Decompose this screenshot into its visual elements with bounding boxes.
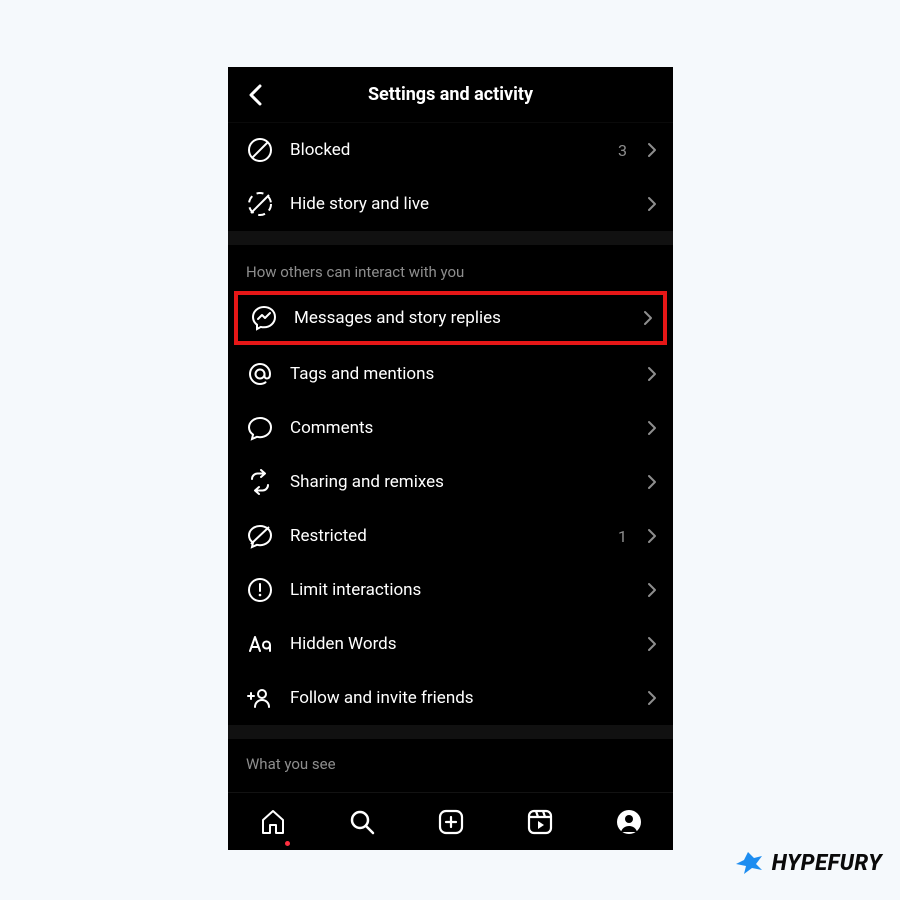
nav-search[interactable] (340, 800, 384, 844)
add-user-icon (247, 685, 273, 711)
notification-dot (285, 841, 290, 846)
settings-item-blocked[interactable]: Blocked 3 (228, 123, 673, 177)
reels-icon (526, 808, 554, 836)
watermark-text: HYPEFURY (772, 851, 882, 876)
highlight-annotation: Messages and story replies (234, 291, 667, 345)
hide-story-icon (247, 191, 273, 217)
count-badge: 1 (618, 527, 627, 546)
text-icon (247, 631, 273, 657)
nav-home[interactable] (251, 800, 295, 844)
settings-screen: Settings and activity Blocked 3 Hide sto… (228, 67, 673, 850)
section-divider (228, 725, 673, 739)
messenger-icon (251, 305, 277, 331)
chevron-right-icon (643, 310, 653, 326)
at-icon (247, 361, 273, 387)
warning-icon (247, 577, 273, 603)
back-button[interactable] (238, 77, 274, 113)
remix-icon (247, 469, 273, 495)
item-label: Limit interactions (290, 580, 631, 600)
settings-list[interactable]: Blocked 3 Hide story and live How others… (228, 123, 673, 792)
nav-profile[interactable] (607, 800, 651, 844)
settings-item-restricted[interactable]: Restricted 1 (228, 509, 673, 563)
chevron-right-icon (647, 528, 657, 544)
item-label: Comments (290, 418, 631, 438)
item-label: Tags and mentions (290, 364, 631, 384)
plus-square-icon (437, 808, 465, 836)
settings-item-sharing[interactable]: Sharing and remixes (228, 455, 673, 509)
settings-item-limit[interactable]: Limit interactions (228, 563, 673, 617)
settings-item-follow[interactable]: Follow and invite friends (228, 671, 673, 725)
section-header-what-you-see: What you see (228, 739, 673, 781)
section-header-interact: How others can interact with you (228, 245, 673, 289)
search-icon (348, 808, 376, 836)
blocked-icon (247, 137, 273, 163)
chevron-right-icon (647, 690, 657, 706)
chevron-right-icon (647, 420, 657, 436)
item-label: Messages and story replies (294, 308, 627, 328)
chevron-right-icon (647, 582, 657, 598)
nav-reels[interactable] (518, 800, 562, 844)
settings-item-hide-story[interactable]: Hide story and live (228, 177, 673, 231)
home-icon (259, 808, 287, 836)
item-label: Restricted (290, 526, 602, 546)
settings-item-hidden-words[interactable]: Hidden Words (228, 617, 673, 671)
item-label: Blocked (290, 140, 602, 160)
item-label: Sharing and remixes (290, 472, 631, 492)
chevron-left-icon (248, 84, 264, 106)
settings-item-messages[interactable]: Messages and story replies (238, 295, 663, 341)
section-divider (228, 231, 673, 245)
item-label: Follow and invite friends (290, 688, 631, 708)
chevron-right-icon (647, 366, 657, 382)
profile-icon (615, 808, 643, 836)
item-label: Hide story and live (290, 194, 631, 214)
hypefury-watermark: HYPEFURY (734, 850, 882, 876)
hypefury-logo-icon (734, 850, 764, 876)
chevron-right-icon (647, 196, 657, 212)
page-title: Settings and activity (228, 84, 673, 105)
settings-item-tags[interactable]: Tags and mentions (228, 347, 673, 401)
comment-icon (247, 415, 273, 441)
settings-item-comments[interactable]: Comments (228, 401, 673, 455)
count-badge: 3 (618, 141, 627, 160)
header-bar: Settings and activity (228, 67, 673, 123)
chevron-right-icon (647, 636, 657, 652)
nav-create[interactable] (429, 800, 473, 844)
item-label: Hidden Words (290, 634, 631, 654)
chevron-right-icon (647, 474, 657, 490)
restricted-icon (247, 523, 273, 549)
bottom-nav (228, 792, 673, 850)
chevron-right-icon (647, 142, 657, 158)
